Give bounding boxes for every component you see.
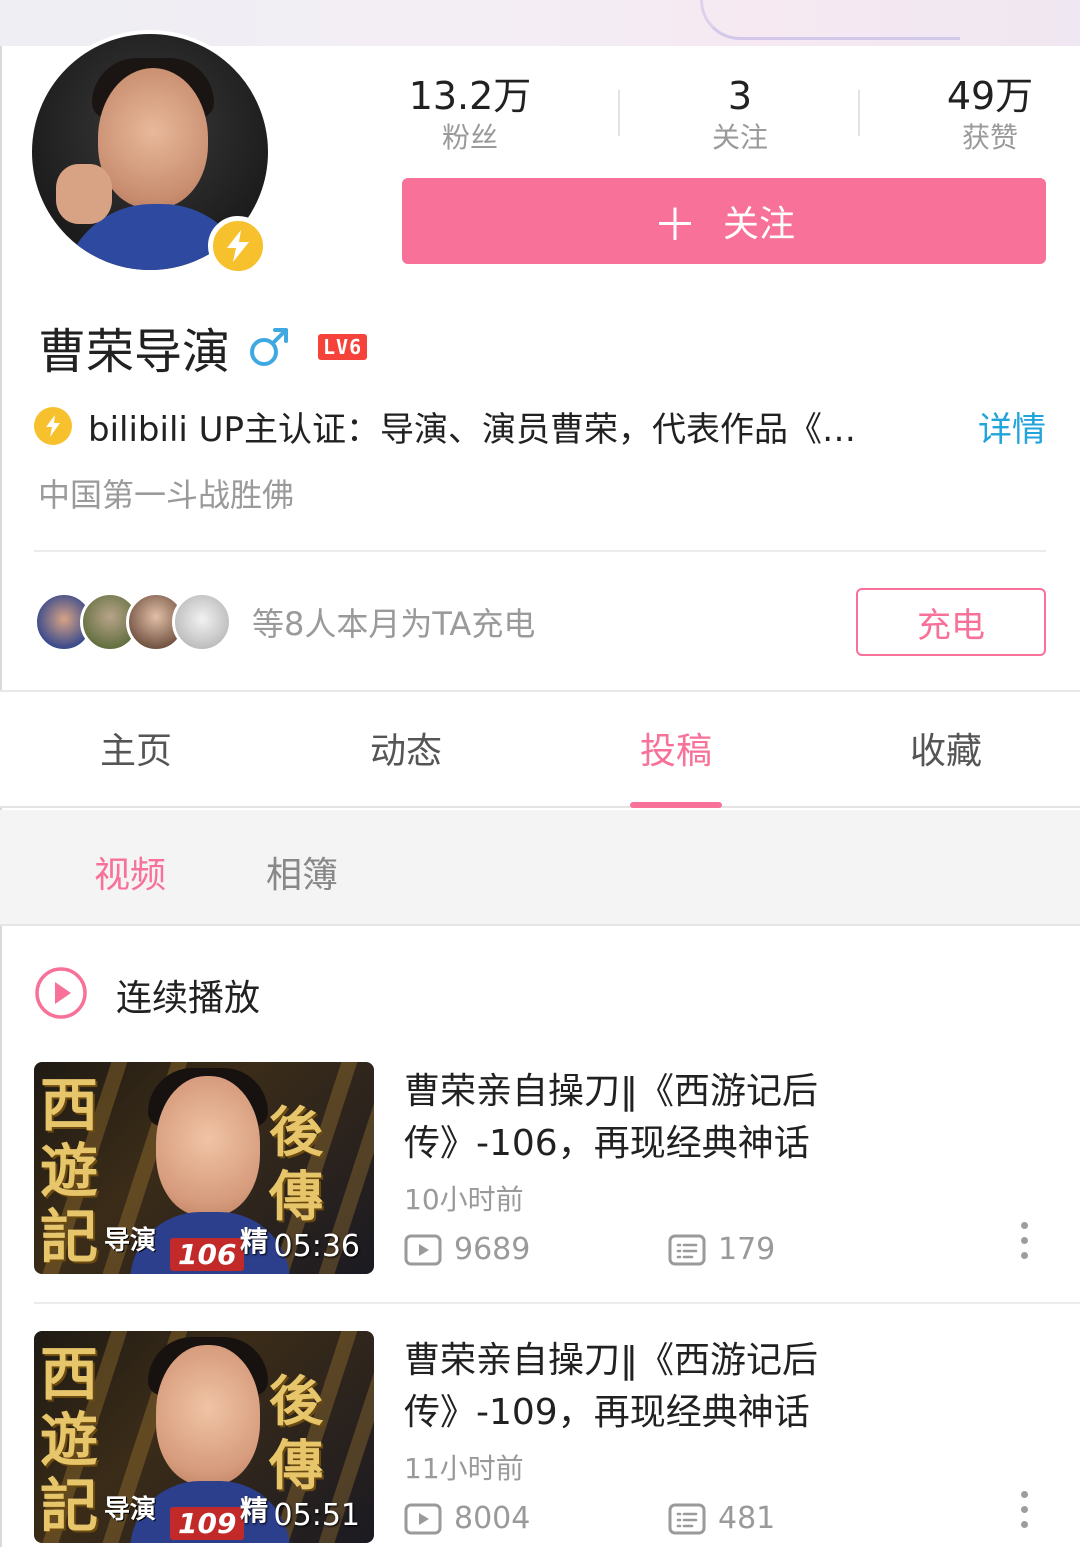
danmaku-icon [668,1503,706,1535]
more-options-dot [1020,1222,1028,1229]
follow-button[interactable]: ＋ 关注 [402,178,1046,264]
stat-fans-value: 13.2万 [408,74,532,118]
video-title[interactable]: 曹荣亲自操刀‖《西游记后传》-106，再现经典神话 [404,1066,924,1170]
subtab-album[interactable]: 相簿 [266,846,338,898]
play-count-icon [404,1503,442,1535]
video-title[interactable]: 曹荣亲自操刀‖《西游记后传》-109，再现经典神话 [404,1335,924,1439]
comment-count-value: 179 [718,1232,776,1267]
avatar-face [98,68,208,208]
thumbnail-director-text: 导演 [104,1226,157,1256]
thumbnail-director-text: 导演 [104,1495,157,1525]
thumbnail-face [156,1076,260,1216]
profile-tabs: 主页 动态 投稿 收藏 [0,692,1080,808]
play-count-icon [404,1234,442,1266]
stat-likes-value: 49万 [946,74,1034,118]
danmaku-icon [668,1234,706,1266]
play-circle-icon [34,966,88,1024]
divider [34,550,1046,552]
thumbnail-episode: 106 [170,1238,245,1271]
autoplay-row[interactable]: 连续播放 [34,965,260,1025]
video-list-item[interactable]: 西遊記 後傳 导演 106 精 05:36 曹荣亲自操刀‖《西游记后传》-106… [34,1062,1080,1278]
video-thumbnail[interactable]: 西遊記 後傳 导演 109 精 05:51 [34,1331,374,1543]
verification-text: bilibili UP主认证：导演、演员曹荣，代表作品《… [88,409,857,450]
level-badge: LV6 [318,334,368,360]
list-divider [34,1302,1080,1304]
thumbnail-episode: 109 [170,1507,245,1540]
tab-favorites[interactable]: 收藏 [876,722,1016,774]
more-options-dot [1020,1237,1028,1244]
more-options-dot [1020,1252,1028,1259]
more-options-dot [1020,1506,1028,1513]
tab-dynamics[interactable]: 动态 [336,722,476,774]
thumbnail-title-right: 後傳 [269,1369,323,1497]
avatar-fist [56,164,112,224]
charger-avatar[interactable] [172,592,232,652]
stat-likes[interactable]: 49万 获赞 [920,72,1060,156]
stat-divider [618,90,620,136]
verification-row[interactable]: bilibili UP主认证：导演、演员曹荣，代表作品《… 详情 [34,400,1046,452]
video-play-count: 8004 [404,1501,530,1536]
charge-summary-text[interactable]: 等8人本月为TA充电 [252,599,535,645]
up-verified-badge-icon [208,216,268,276]
profile-signature: 中国第一斗战胜佛 [38,476,295,514]
verification-detail-link[interactable]: 详情 [978,402,1046,451]
active-tab-indicator [630,802,722,808]
more-options-icon[interactable] [1014,1491,1034,1535]
tab-home[interactable]: 主页 [66,722,206,774]
comment-count-value: 481 [718,1501,776,1536]
video-duration: 05:36 [273,1229,360,1264]
banner-decoration [700,0,960,40]
more-options-dot [1020,1491,1028,1498]
play-count-value: 8004 [454,1501,531,1536]
video-thumbnail[interactable]: 西遊記 後傳 导演 106 精 05:36 [34,1062,374,1274]
stat-divider [858,90,860,136]
charge-button[interactable]: 充电 [856,588,1046,656]
follow-button-label: 关注 [722,204,795,245]
video-play-count: 9689 [404,1232,530,1267]
autoplay-label: 连续播放 [116,978,261,1019]
thumbnail-title-right: 後傳 [269,1100,323,1228]
profile-name-row: 曹荣导演 LV6 [38,315,368,380]
thumbnail-badge: 精 [240,1494,269,1527]
stat-likes-label: 获赞 [961,121,1018,154]
video-list-item[interactable]: 西遊記 後傳 导演 109 精 05:51 曹荣亲自操刀‖《西游记后传》-109… [34,1331,1080,1547]
stat-following-value: 3 [727,74,753,118]
charge-row: 等8人本月为TA充电 充电 [34,588,1046,656]
avatar[interactable] [28,30,272,276]
upload-subtabs: 视频 相簿 [0,810,1080,926]
thumbnail-badge: 精 [240,1225,269,1258]
stat-following[interactable]: 3 关注 [670,72,810,156]
profile-stats: 13.2万 粉丝 3 关注 49万 获赞 [370,72,1070,162]
profile-name: 曹荣导演 [38,324,231,380]
stat-fans-label: 粉丝 [441,121,498,154]
tab-uploads[interactable]: 投稿 [606,722,746,774]
subtab-video[interactable]: 视频 [94,846,166,898]
plus-icon: ＋ [652,200,697,251]
thumbnail-face [156,1345,260,1485]
play-count-value: 9689 [454,1232,531,1267]
video-duration: 05:51 [273,1498,360,1533]
video-time: 10小时前 [404,1183,524,1216]
more-options-icon[interactable] [1014,1222,1034,1266]
video-comment-count: 481 [668,1501,775,1536]
video-time: 11小时前 [404,1452,524,1485]
stat-following-label: 关注 [711,121,768,154]
more-options-dot [1020,1521,1028,1528]
male-icon [248,326,290,368]
video-comment-count: 179 [668,1232,775,1267]
stat-fans[interactable]: 13.2万 粉丝 [400,72,540,156]
lightning-icon [34,407,72,445]
